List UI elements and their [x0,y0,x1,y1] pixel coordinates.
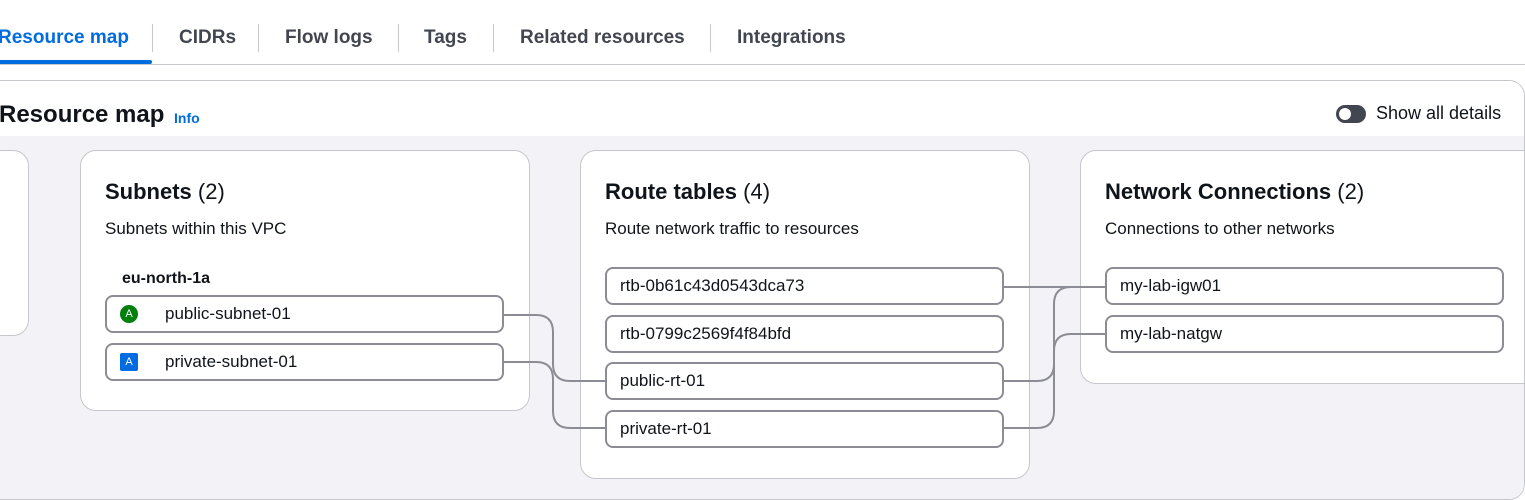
tab-divider [493,24,494,52]
private-subnet-badge-icon: A [120,353,138,371]
network-connections-card: Network Connections (2) Connections to o… [1080,150,1524,384]
subnet-name: private-subnet-01 [165,352,298,371]
show-details-toggle[interactable] [1336,105,1366,123]
network-connections-description: Connections to other networks [1105,219,1335,238]
tab-divider [152,24,153,52]
tab-divider [710,24,711,52]
tab-tags[interactable]: Tags [424,26,467,50]
subnets-description: Subnets within this VPC [105,219,287,238]
active-tab-indicator [0,60,152,64]
show-details-label[interactable]: Show all details [1376,103,1501,124]
network-connections-title: Network Connections (2) [1105,179,1365,204]
tab-flow-logs[interactable]: Flow logs [285,26,373,50]
panel-title: Resource map [0,101,165,128]
tab-bar: Resource map CIDRs Flow logs Tags Relate… [0,0,1525,65]
public-subnet-badge-icon: A [120,305,138,323]
route-table-item[interactable]: rtb-0799c2569f4f84bfd [605,315,1004,353]
availability-zone-label: eu-north-1a [122,270,210,287]
info-link[interactable]: Info [174,110,200,126]
panel-header: Resource map Info Show all details [0,81,1524,136]
route-table-item-public[interactable]: public-rt-01 [605,362,1004,400]
resource-map-panel: Resource map Info Show all details Subne… [0,80,1525,500]
subnet-item-public[interactable]: A public-subnet-01 [105,295,504,333]
tab-resource-map[interactable]: Resource map [0,26,129,50]
tab-divider [258,24,259,52]
vpc-card [0,150,29,336]
tab-divider [398,24,399,52]
subnets-card: Subnets (2) Subnets within this VPC eu-n… [80,150,530,411]
connection-item-igw[interactable]: my-lab-igw01 [1105,267,1504,305]
map-canvas: Subnets (2) Subnets within this VPC eu-n… [0,136,1524,499]
route-tables-title: Route tables (4) [605,179,771,204]
route-tables-card: Route tables (4) Route network traffic t… [580,150,1030,479]
tab-related-resources[interactable]: Related resources [520,26,685,50]
route-table-item-private[interactable]: private-rt-01 [605,410,1004,448]
connection-item-natgw[interactable]: my-lab-natgw [1105,315,1504,353]
tab-cidrs[interactable]: CIDRs [179,26,236,50]
subnets-title: Subnets (2) [105,179,225,204]
subnet-item-private[interactable]: A private-subnet-01 [105,343,504,381]
subnet-name: public-subnet-01 [165,304,291,323]
toggle-knob [1339,108,1351,120]
route-tables-description: Route network traffic to resources [605,219,859,238]
tab-integrations[interactable]: Integrations [737,26,846,50]
route-table-item[interactable]: rtb-0b61c43d0543dca73 [605,267,1004,305]
